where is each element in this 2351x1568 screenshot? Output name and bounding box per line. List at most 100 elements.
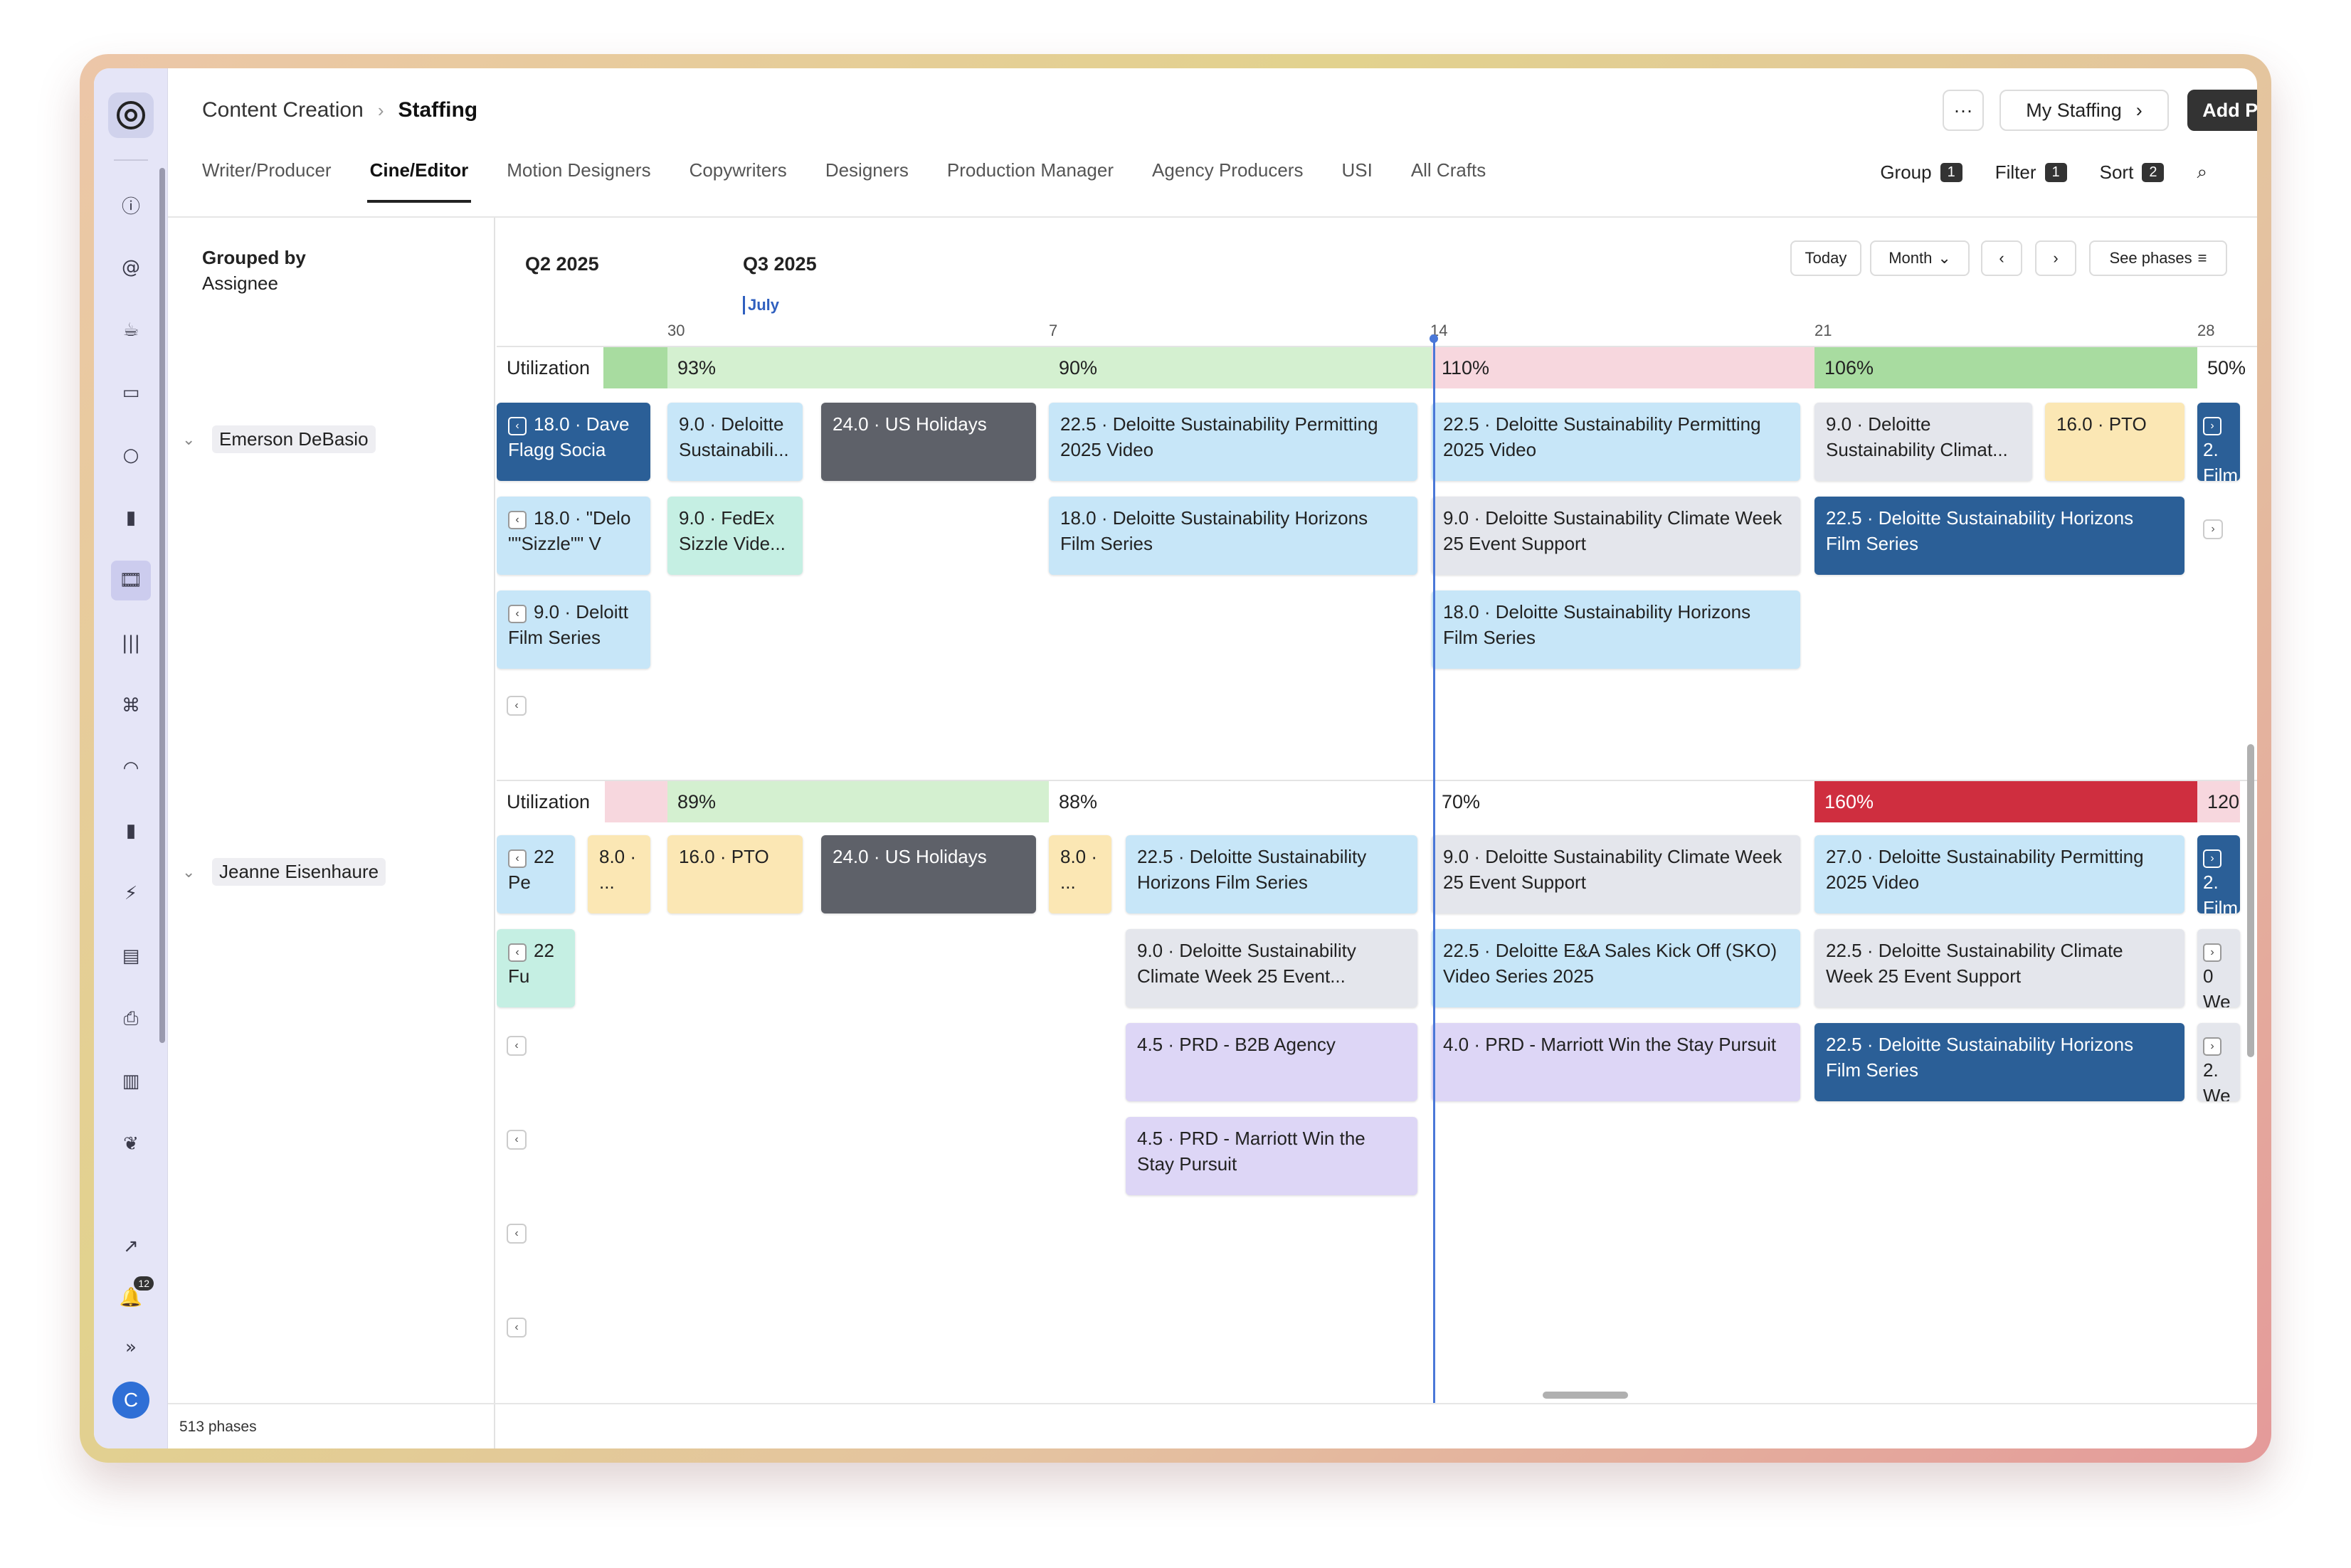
- avatar[interactable]: C: [112, 1382, 149, 1419]
- expand-icon[interactable]: »: [117, 1333, 145, 1362]
- chevron-left-icon[interactable]: ‹: [507, 1224, 527, 1244]
- horizontal-scrollbar[interactable]: [1543, 1392, 1628, 1399]
- tab-cine-editor[interactable]: Cine/Editor: [366, 159, 471, 203]
- tab-production-manager[interactable]: Production Manager: [947, 159, 1114, 201]
- phase-card[interactable]: 8.0 · ...: [588, 835, 650, 913]
- phase-card[interactable]: 24.0 · US Holidays: [821, 403, 1036, 481]
- phase-card[interactable]: 4.5 · PRD - Marriott Win the Stay Pursui…: [1126, 1117, 1417, 1195]
- phase-card[interactable]: ›2. We: [2197, 1023, 2240, 1101]
- barcode-icon[interactable]: |||: [117, 629, 145, 657]
- info-icon[interactable]: ⓘ: [117, 191, 145, 219]
- sort-button[interactable]: Sort 2: [2100, 161, 2165, 184]
- phase-card[interactable]: 9.0 · Deloitte Sustainability Climat...: [1814, 403, 2032, 481]
- tab-motion-designers[interactable]: Motion Designers: [507, 159, 650, 201]
- phase-card[interactable]: 22.5 · Deloitte Sustainability Permittin…: [1432, 403, 1800, 481]
- phase-card[interactable]: 22.5 · Deloitte E&A Sales Kick Off (SKO)…: [1432, 929, 1800, 1007]
- phase-card[interactable]: 16.0 · PTO: [2045, 403, 2184, 481]
- coffee-icon[interactable]: ☕: [117, 316, 145, 344]
- at-sign-icon[interactable]: @: [117, 253, 145, 282]
- more-button[interactable]: ···: [1943, 90, 1984, 131]
- phase-card[interactable]: ‹ 22 Fu: [497, 929, 575, 1007]
- phase-card[interactable]: 18.0 · Deloitte Sustainability Horizons …: [1049, 497, 1417, 575]
- phase-card[interactable]: 9.0 · FedEx Sizzle Vide...: [667, 497, 803, 575]
- filter-button[interactable]: Filter 1: [1995, 161, 2067, 184]
- app-window: ⓘ @ ☕ ▭ ○ ▮ 🎞 ||| ⌘ ◠ ▮ ⚡ ▤ ⎙ ▥ ❦ ↗ 🔔 12 …: [94, 68, 2257, 1448]
- filter-count: 1: [2044, 162, 2067, 182]
- menu-icon: ≡: [2197, 249, 2207, 267]
- chevron-left-icon[interactable]: ‹: [507, 1318, 527, 1337]
- group-button[interactable]: Group 1: [1880, 161, 1962, 184]
- search-icon[interactable]: ⌕: [2197, 161, 2207, 184]
- phase-card[interactable]: 24.0 · US Holidays: [821, 835, 1036, 913]
- film-icon[interactable]: 🎞: [111, 561, 151, 600]
- chevron-left-icon: ‹: [1999, 249, 2004, 267]
- phase-card[interactable]: 9.0 · Deloitte Sustainabili...: [667, 403, 803, 481]
- vertical-scrollbar[interactable]: [2247, 744, 2254, 1057]
- phase-card[interactable]: 27.0 · Deloitte Sustainability Permittin…: [1814, 835, 2184, 913]
- phase-card[interactable]: 8.0 · ...: [1049, 835, 1111, 913]
- tab-writer-producer[interactable]: Writer/Producer: [202, 159, 332, 201]
- utilization-segment: 160%: [1814, 781, 2197, 822]
- tab-all-crafts[interactable]: All Crafts: [1411, 159, 1486, 201]
- phase-card[interactable]: ›0 We: [2197, 929, 2240, 1007]
- signal-icon[interactable]: ▮: [117, 817, 145, 845]
- phase-card[interactable]: 9.0 · Deloitte Sustainability Climate We…: [1432, 497, 1800, 575]
- phase-card[interactable]: 18.0 · Deloitte Sustainability Horizons …: [1432, 590, 1800, 669]
- chevron-left-icon[interactable]: ‹: [507, 1130, 527, 1150]
- see-phases-button[interactable]: See phases ≡: [2089, 240, 2227, 276]
- phase-card[interactable]: 22.5 · Deloitte Sustainability Horizons …: [1126, 835, 1417, 913]
- book-open-icon[interactable]: ▤: [117, 942, 145, 970]
- assignee-group[interactable]: ⌄ Emerson DeBasio: [182, 425, 376, 453]
- my-staffing-button[interactable]: My Staffing ›: [1999, 90, 2169, 131]
- tab-designers[interactable]: Designers: [825, 159, 909, 201]
- assignee-name: Jeanne Eisenhaure: [212, 858, 386, 886]
- chevron-left-icon[interactable]: ‹: [507, 1036, 527, 1056]
- chevron-right-icon: ›: [2203, 1037, 2221, 1056]
- phase-card[interactable]: 9.0 · Deloitte Sustainability Climate We…: [1432, 835, 1800, 913]
- phase-card[interactable]: ‹ 9.0 · Deloitt Film Series: [497, 590, 650, 669]
- phase-card[interactable]: 22.5 · Deloitte Sustainability Horizons …: [1814, 497, 2184, 575]
- inbox-icon[interactable]: ▭: [117, 378, 145, 407]
- bell-icon[interactable]: 🔔 12: [117, 1276, 154, 1312]
- phase-card[interactable]: ›2. Film: [2197, 403, 2240, 481]
- tab-usi[interactable]: USI: [1341, 159, 1372, 201]
- book-icon[interactable]: ▥: [117, 1067, 145, 1096]
- add-phase-button[interactable]: Add Phase: [2187, 90, 2257, 131]
- phase-card[interactable]: 22.5 · Deloitte Sustainability Horizons …: [1814, 1023, 2184, 1101]
- chevron-right-icon[interactable]: ›: [2203, 519, 2223, 539]
- phase-card[interactable]: ‹ 18.0 · Dave Flagg Socia: [497, 403, 650, 481]
- next-button[interactable]: ›: [2035, 240, 2076, 276]
- chevron-down-icon[interactable]: ⌄: [182, 863, 199, 881]
- prev-button[interactable]: ‹: [1981, 240, 2022, 276]
- app-logo[interactable]: [108, 92, 154, 138]
- rss-icon[interactable]: ◠: [117, 754, 145, 783]
- today-button[interactable]: Today: [1790, 240, 1861, 276]
- tab-agency-producers[interactable]: Agency Producers: [1152, 159, 1303, 201]
- sidebar-scrollbar[interactable]: [159, 168, 165, 1043]
- org-chart-icon[interactable]: ⌘: [117, 692, 145, 720]
- phase-card[interactable]: 22.5 · Deloitte Sustainability Climate W…: [1814, 929, 2184, 1007]
- chevron-left-icon[interactable]: ‹: [507, 696, 527, 716]
- phase-card[interactable]: ‹ 18.0 · "Delo ""Sizzle"" V: [497, 497, 650, 575]
- page-title: Staffing: [398, 98, 478, 122]
- leaf-icon[interactable]: ❦: [117, 1130, 145, 1158]
- view-tools: Group 1 Filter 1 Sort 2 ⌕: [1880, 161, 2207, 184]
- tab-copywriters[interactable]: Copywriters: [690, 159, 787, 201]
- utilization-segment: 88%: [1049, 781, 1432, 822]
- circle-icon[interactable]: ○: [117, 441, 145, 470]
- lightning-icon[interactable]: ⚡: [117, 879, 145, 908]
- share-icon[interactable]: ↗: [117, 1232, 145, 1261]
- printer-icon[interactable]: ⎙: [117, 1005, 145, 1033]
- phase-card[interactable]: 4.5 · PRD - B2B Agency: [1126, 1023, 1417, 1101]
- phase-card[interactable]: 4.0 · PRD - Marriott Win the Stay Pursui…: [1432, 1023, 1800, 1101]
- breadcrumb-parent[interactable]: Content Creation: [202, 98, 364, 122]
- assignee-group[interactable]: ⌄ Jeanne Eisenhaure: [182, 858, 386, 886]
- month-select[interactable]: Month ⌄: [1870, 240, 1970, 276]
- chevron-down-icon[interactable]: ⌄: [182, 430, 199, 449]
- phase-card[interactable]: ‹ 22 Pe: [497, 835, 575, 913]
- bar-chart-icon[interactable]: ▮: [117, 504, 145, 532]
- phase-card[interactable]: 16.0 · PTO: [667, 835, 803, 913]
- phase-card[interactable]: 9.0 · Deloitte Sustainability Climate We…: [1126, 929, 1417, 1007]
- phase-card[interactable]: 22.5 · Deloitte Sustainability Permittin…: [1049, 403, 1417, 481]
- phase-card[interactable]: ›2. Film: [2197, 835, 2240, 913]
